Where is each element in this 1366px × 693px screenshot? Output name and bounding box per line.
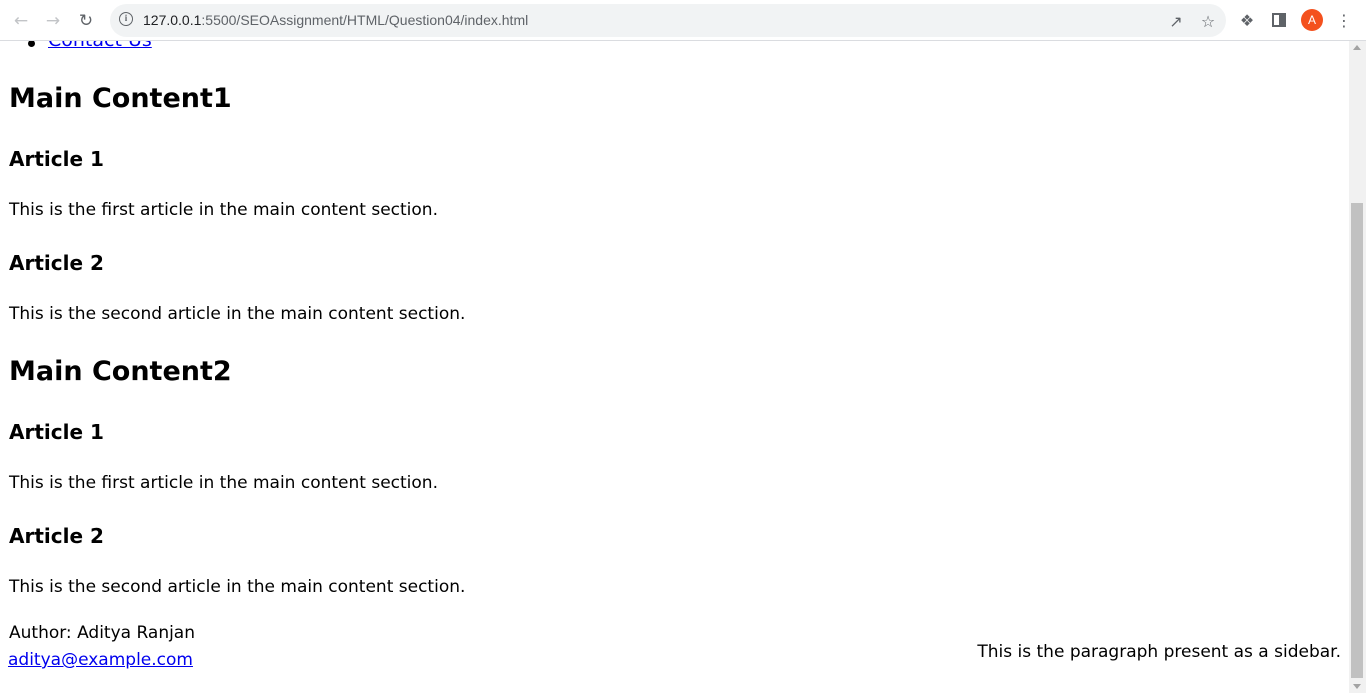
url-host: 127.0.0.1 [143, 12, 202, 28]
page-viewport: Contact Us Main Content1 Article 1 This … [0, 41, 1349, 693]
article-title: Article 1 [9, 420, 104, 444]
back-arrow-icon[interactable]: ← [8, 8, 34, 34]
extensions-puzzle-icon[interactable]: ❖ [1236, 9, 1258, 31]
scroll-down-arrow-icon[interactable] [1353, 684, 1361, 689]
vertical-scrollbar[interactable] [1349, 41, 1366, 693]
profile-initial: A [1307, 13, 1316, 27]
profile-avatar[interactable]: A [1301, 9, 1323, 31]
sidebar-paragraph: This is the paragraph present as a sideb… [977, 642, 1341, 662]
nav-list-item: Contact Us [28, 41, 152, 51]
url-path: :5500/SEOAssignment/HTML/Question04/inde… [201, 12, 529, 28]
article-text: This is the first article in the main co… [9, 200, 438, 220]
list-bullet [28, 41, 35, 47]
article-title: Article 2 [9, 251, 104, 275]
article-title: Article 2 [9, 524, 104, 548]
main-content-1-heading: Main Content1 [9, 83, 232, 114]
article-text: This is the first article in the main co… [9, 473, 438, 493]
url-text[interactable]: 127.0.0.1:5500/SEOAssignment/HTML/Questi… [143, 12, 528, 28]
bookmark-star-icon[interactable]: ☆ [1198, 11, 1218, 31]
author-text: Author: Aditya Ranjan [9, 623, 196, 643]
reload-icon[interactable]: ↻ [73, 8, 99, 34]
contact-us-link[interactable]: Contact Us [48, 41, 152, 51]
forward-arrow-icon[interactable]: → [40, 8, 66, 34]
article-title: Article 1 [9, 147, 104, 171]
article-text: This is the second article in the main c… [9, 577, 466, 597]
author-email-link[interactable]: aditya@example.com [8, 650, 193, 670]
scroll-up-arrow-icon[interactable] [1353, 45, 1361, 50]
browser-toolbar: ← → ↻ i 127.0.0.1:5500/SEOAssignment/HTM… [0, 0, 1366, 41]
scrollbar-thumb[interactable] [1351, 203, 1363, 678]
address-bar[interactable]: i 127.0.0.1:5500/SEOAssignment/HTML/Ques… [110, 4, 1226, 37]
site-info-icon[interactable]: i [119, 12, 133, 26]
side-panel-icon[interactable] [1268, 9, 1290, 31]
share-icon[interactable]: ↗ [1166, 11, 1186, 31]
menu-kebab-icon[interactable]: ⋮ [1333, 9, 1355, 31]
email-link-text[interactable]: aditya@example.com [8, 650, 193, 670]
article-text: This is the second article in the main c… [9, 304, 466, 324]
main-content-2-heading: Main Content2 [9, 356, 232, 387]
